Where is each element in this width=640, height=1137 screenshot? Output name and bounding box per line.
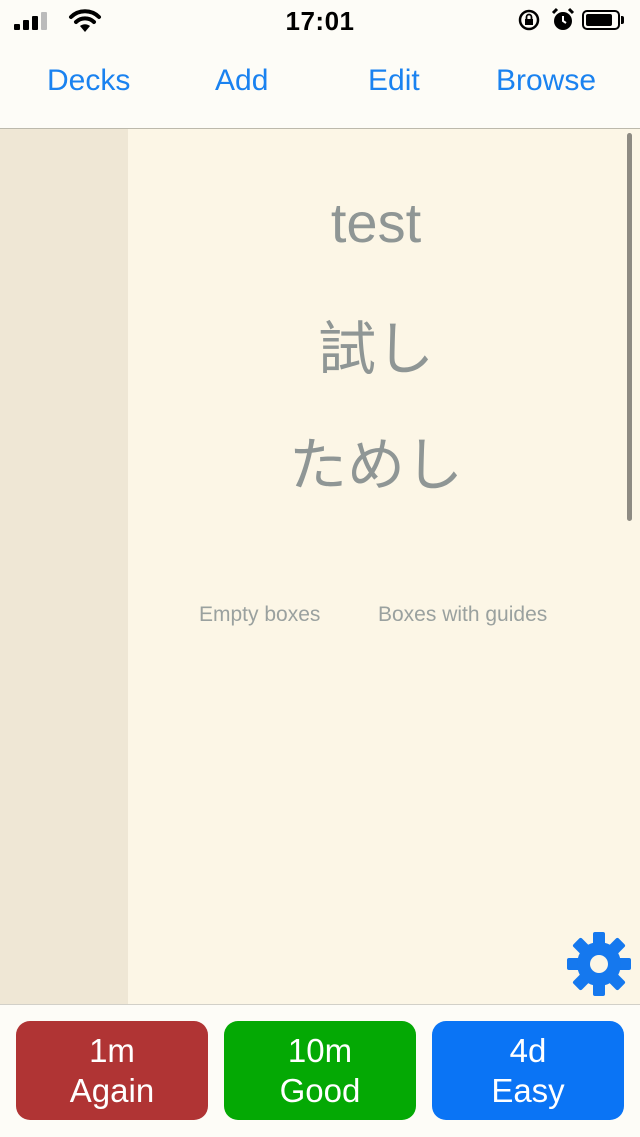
answer-bar: 1m Again 10m Good 4d Easy (0, 1004, 640, 1137)
side-panel (0, 129, 128, 1004)
again-button[interactable]: 1m Again (16, 1021, 208, 1120)
easy-button[interactable]: 4d Easy (432, 1021, 624, 1120)
status-time: 17:01 (285, 6, 355, 36)
gear-icon[interactable] (566, 931, 632, 997)
card-word: test (330, 191, 422, 254)
scrollbar[interactable] (627, 133, 632, 521)
good-button[interactable]: 10m Good (224, 1021, 416, 1120)
card-content (128, 129, 640, 1004)
again-label: Again (69, 1071, 155, 1109)
again-interval: 1m (89, 1031, 135, 1069)
card-kanji: 試し (317, 315, 434, 383)
top-navigation: Decks Add Edit Browse (0, 40, 640, 129)
decks-button[interactable]: Decks (47, 64, 130, 98)
good-label: Good (279, 1071, 361, 1109)
easy-interval: 4d (509, 1031, 547, 1069)
status-bar: 17:01 (0, 0, 640, 40)
alarm-icon (551, 7, 575, 30)
boxes-with-guides-link[interactable]: Boxes with guides (378, 603, 547, 627)
empty-boxes-link[interactable]: Empty boxes (199, 603, 320, 627)
good-interval: 10m (287, 1031, 353, 1069)
easy-label: Easy (491, 1071, 565, 1109)
browse-button[interactable]: Browse (496, 64, 596, 98)
card-kana: ためし (288, 431, 463, 499)
orientation-lock-icon (518, 9, 540, 31)
battery-icon (582, 10, 624, 30)
add-button[interactable]: Add (215, 64, 268, 98)
edit-button[interactable]: Edit (368, 64, 420, 98)
